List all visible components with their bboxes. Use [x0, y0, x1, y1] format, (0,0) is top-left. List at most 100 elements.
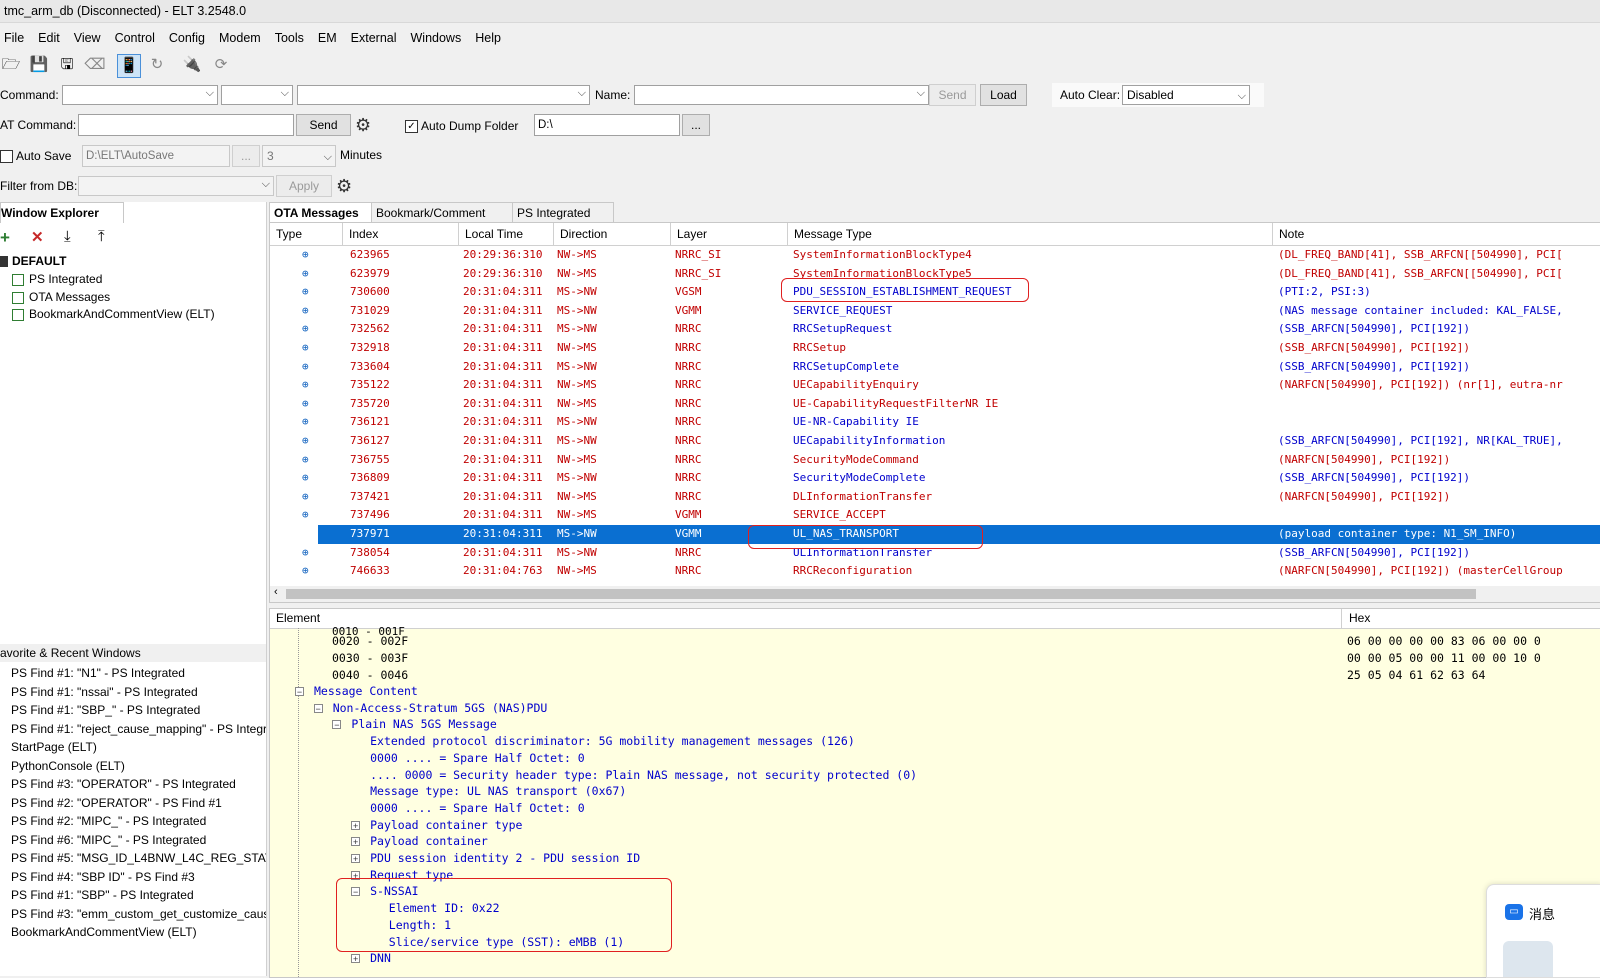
- name-combo[interactable]: ⌵: [634, 85, 929, 105]
- tab-ps-integrated[interactable]: PS Integrated: [512, 202, 614, 222]
- command-sub-combo[interactable]: ⌵: [221, 85, 293, 105]
- favorite-item[interactable]: PS Find #1: "reject_cause_mapping" - PS …: [11, 720, 266, 739]
- import-icon[interactable]: ⤓: [64, 228, 71, 245]
- table-row[interactable]: ⊕ 736121 20:31:04:311 MS->NW NRRC UE-NR-Capab…: [270, 413, 1600, 432]
- dump-folder-browse-button[interactable]: ...: [682, 114, 710, 136]
- tree-item-ota-messages[interactable]: OTA Messages: [12, 288, 110, 306]
- add-icon[interactable]: +: [0, 228, 10, 248]
- menu-help[interactable]: Help: [471, 27, 505, 49]
- tree-item-ps-integrated[interactable]: PS Integrated: [12, 270, 102, 288]
- gear-icon[interactable]: ⚙: [336, 176, 352, 196]
- refresh-icon[interactable]: ↻: [146, 54, 168, 76]
- tree-root-default[interactable]: DEFAULT: [0, 252, 66, 270]
- auto-save-checkbox[interactable]: Auto Save: [0, 146, 71, 166]
- at-send-button[interactable]: Send: [296, 114, 351, 136]
- plugin-icon[interactable]: 🔌: [181, 54, 203, 76]
- favorite-item[interactable]: PS Find #5: "MSG_ID_L4BNW_L4C_REG_STATE_…: [11, 849, 266, 868]
- delete-icon[interactable]: ✕: [31, 228, 44, 246]
- favorite-item[interactable]: PS Find #3: "OPERATOR" - PS Integrated: [11, 775, 266, 794]
- scrollbar-thumb[interactable]: [286, 589, 1476, 599]
- apply-button[interactable]: Apply: [276, 175, 332, 197]
- table-row[interactable]: ⊕ 736809 20:31:04:311 MS->NW NRRC SecurityMod…: [270, 469, 1600, 488]
- table-row[interactable]: ⊕ 736127 20:31:04:311 MS->NW NRRC UECapabilit…: [270, 432, 1600, 451]
- favorite-item[interactable]: PS Find #4: "SBP ID" - PS Find #3: [11, 868, 266, 887]
- column-layer[interactable]: Layer: [671, 223, 788, 245]
- favorite-item[interactable]: StartPage (ELT): [11, 738, 266, 757]
- chat-popup[interactable]: ▭ 消息: [1486, 884, 1600, 978]
- tab-bookmark-comment[interactable]: Bookmark/Comment: [371, 202, 513, 222]
- autosave-interval-select[interactable]: 3 ⌵: [262, 145, 336, 167]
- autosave-path-input[interactable]: D:\ELT\AutoSave: [82, 145, 230, 167]
- open-folder-icon[interactable]: 🗁: [0, 54, 22, 76]
- column-index[interactable]: Index: [343, 223, 459, 245]
- menu-em[interactable]: EM: [314, 27, 341, 49]
- tree-node[interactable]: 0000 .... = Spare Half Octet: 0: [370, 750, 585, 767]
- tree-node[interactable]: Extended protocol discriminator: 5G mobi…: [370, 733, 855, 750]
- auto-clear-select[interactable]: Disabled ⌵: [1122, 85, 1250, 105]
- save-all-icon[interactable]: 🖫: [56, 54, 78, 76]
- favorite-item[interactable]: PythonConsole (ELT): [11, 757, 266, 776]
- tree-item-bookmark-view[interactable]: BookmarkAndCommentView (ELT): [12, 305, 215, 323]
- table-row[interactable]: ⊕ 731029 20:31:04:311 MS->NW VGMM SERVICE_REQ…: [270, 302, 1600, 321]
- column-hex[interactable]: Hex: [1343, 609, 1600, 628]
- favorite-item[interactable]: PS Find #1: "N1" - PS Integrated: [11, 664, 266, 683]
- menu-control[interactable]: Control: [111, 27, 159, 49]
- column-direction[interactable]: Direction: [554, 223, 671, 245]
- eraser-icon[interactable]: ⌫: [84, 54, 106, 76]
- tree-node[interactable]: 0000 .... = Spare Half Octet: 0: [370, 800, 585, 817]
- column-type[interactable]: Type: [270, 223, 343, 245]
- dump-folder-input[interactable]: D:\: [534, 114, 680, 136]
- menu-windows[interactable]: Windows: [407, 27, 466, 49]
- tree-node[interactable]: Non-Access-Stratum 5GS (NAS)PDU: [333, 700, 548, 717]
- collapse-icon[interactable]: −: [332, 720, 342, 730]
- expand-icon[interactable]: +: [351, 837, 361, 847]
- tree-node[interactable]: PDU session identity 2 - PDU session ID: [370, 850, 640, 867]
- tree-node[interactable]: .... 0000 = Security header type: Plain …: [370, 767, 917, 784]
- menu-tools[interactable]: Tools: [271, 27, 308, 49]
- auto-dump-folder-checkbox[interactable]: ✓ Auto Dump Folder: [405, 116, 518, 136]
- scroll-left-icon[interactable]: ‹: [274, 586, 278, 598]
- column-element[interactable]: Element: [270, 609, 1342, 628]
- favorite-item[interactable]: PS Find #3: "emm_custom_get_customize_ca…: [11, 905, 266, 924]
- menu-edit[interactable]: Edit: [34, 27, 64, 49]
- favorite-item[interactable]: PS Find #1: "SBP_" - PS Integrated: [11, 701, 266, 720]
- save-icon[interactable]: 💾: [28, 54, 50, 76]
- column-local-time[interactable]: Local Time: [459, 223, 554, 245]
- export-icon[interactable]: ⤒: [98, 228, 105, 245]
- connect-device-icon[interactable]: 📱: [117, 54, 141, 78]
- expand-icon[interactable]: +: [351, 954, 361, 964]
- tree-node[interactable]: Plain NAS 5GS Message: [351, 716, 496, 733]
- favorite-item[interactable]: PS Find #6: "MIPC_" - PS Integrated: [11, 831, 266, 850]
- tree-node[interactable]: Payload container: [370, 833, 488, 850]
- table-row[interactable]: ⊕ 733604 20:31:04:311 MS->NW NRRC RRCSetupCom…: [270, 358, 1600, 377]
- gear-icon[interactable]: ⚙: [355, 115, 371, 135]
- favorite-item[interactable]: BookmarkAndCommentView (ELT): [11, 923, 266, 942]
- tab-ota-messages[interactable]: OTA Messages: [269, 202, 372, 222]
- favorite-item[interactable]: PS Find #2: "MIPC_" - PS Integrated: [11, 812, 266, 831]
- search-refresh-icon[interactable]: ⟳: [210, 54, 232, 76]
- command-combo[interactable]: ⌵: [62, 85, 218, 105]
- command-send-button[interactable]: Send: [929, 84, 976, 106]
- filter-db-select[interactable]: ⌵: [78, 176, 274, 196]
- tree-node[interactable]: Payload container type: [370, 817, 522, 834]
- menu-external[interactable]: External: [347, 27, 401, 49]
- tree-node[interactable]: Message type: UL NAS transport (0x67): [370, 783, 626, 800]
- favorite-item[interactable]: PS Find #2: "OPERATOR" - PS Find #1: [11, 794, 266, 813]
- table-row[interactable]: ⊕ 737496 20:31:04:311 NW->MS VGMM SERVICE_ACC…: [270, 506, 1600, 525]
- table-row[interactable]: ⊕ 736755 20:31:04:311 NW->MS NRRC SecurityMod…: [270, 451, 1600, 470]
- command-value-combo[interactable]: ⌵: [297, 85, 590, 105]
- table-row[interactable]: ⊕ 735720 20:31:04:311 NW->MS NRRC UE-Capabili…: [270, 395, 1600, 414]
- at-command-input[interactable]: [78, 114, 294, 136]
- tree-node[interactable]: Message Content: [314, 683, 418, 700]
- table-row[interactable]: ⊕ 623965 20:29:36:310 NW->MS NRRC_SI SystemIn…: [270, 246, 1600, 265]
- favorite-item[interactable]: PS Find #1: "SBP" - PS Integrated: [11, 886, 266, 905]
- table-row[interactable]: ⊕ 732918 20:31:04:311 NW->MS NRRC RRCSetup (SS…: [270, 339, 1600, 358]
- menu-file[interactable]: File: [0, 27, 28, 49]
- table-row[interactable]: ⊕ 732562 20:31:04:311 MS->NW NRRC RRCSetupReq…: [270, 320, 1600, 339]
- grid-horizontal-scrollbar[interactable]: ‹: [269, 586, 1600, 603]
- collapse-icon[interactable]: −: [295, 687, 304, 697]
- column-note[interactable]: Note: [1273, 223, 1600, 245]
- column-message-type[interactable]: Message Type: [788, 223, 1273, 245]
- expand-icon[interactable]: +: [351, 854, 361, 864]
- menu-modem[interactable]: Modem: [215, 27, 265, 49]
